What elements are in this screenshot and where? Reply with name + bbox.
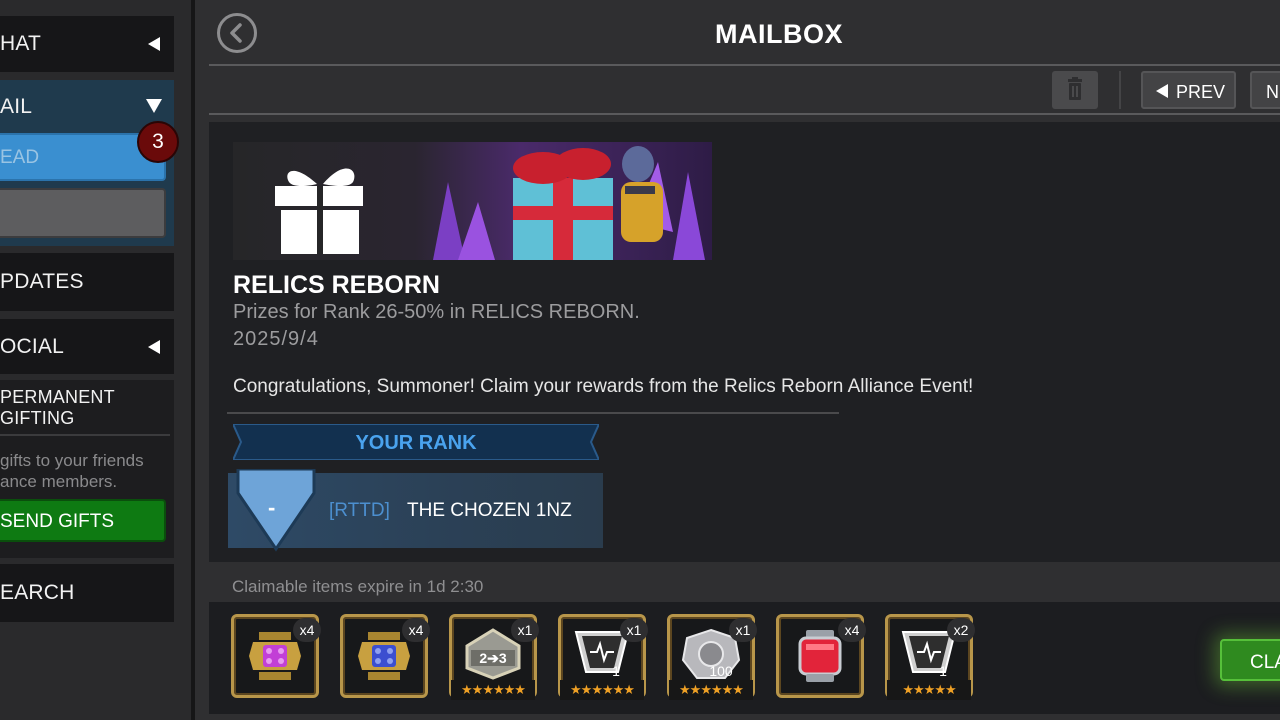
reward-quantity: x1 <box>620 618 648 642</box>
sidebar-item-label: HAT <box>0 32 42 55</box>
reward-quantity: x1 <box>511 618 539 642</box>
delete-button[interactable] <box>1052 71 1098 109</box>
divider <box>0 434 170 436</box>
star-rating: ★★★★★★ <box>669 680 753 700</box>
gifting-title-line1: PERMANENT <box>0 387 115 407</box>
divider <box>1119 71 1121 109</box>
alliance-tag: [RTTD] <box>329 500 390 521</box>
send-gifts-button[interactable]: SEND GIFTS <box>0 499 166 542</box>
star-rating: ★★★★★★ <box>451 680 535 700</box>
permanent-gifting-panel: PERMANENT GIFTING gifts to your friends … <box>0 380 174 558</box>
claim-label: CLAIM <box>1250 652 1280 673</box>
star-rating: ★★★★★★ <box>560 680 644 700</box>
sidebar-mail-panel: AIL EAD <box>0 80 174 246</box>
rank-row: - [RTTD] THE CHOZEN 1NZ <box>228 469 603 552</box>
trash-icon <box>1068 77 1082 100</box>
reward-label: 1 <box>939 663 947 679</box>
reward-label: 100 <box>709 663 733 679</box>
rank-header-label: YOUR RANK <box>355 432 477 454</box>
next-label: NE <box>1266 82 1280 102</box>
gifting-description-line2: ance members. <box>0 472 118 491</box>
collapse-arrow-icon <box>148 340 160 354</box>
page-title: MAILBOX <box>715 19 843 49</box>
sidebar-item-social[interactable]: OCIAL <box>0 319 174 374</box>
rank-shield-icon <box>236 469 316 552</box>
sidebar-item-label: EARCH <box>0 581 75 604</box>
star-rating: ★★★★★ <box>887 680 971 700</box>
message-subtitle: Prizes for Rank 26-50% in RELICS REBORN. <box>233 301 640 323</box>
sidebar-item-label: AIL <box>0 95 33 118</box>
reward-quantity: x4 <box>402 618 430 642</box>
reward-quantity: x4 <box>293 618 321 642</box>
unread-tab-button[interactable] <box>0 188 166 238</box>
sidebar-item-search[interactable]: EARCH <box>0 564 174 622</box>
reward-item[interactable]: 1 x1 ★★★★★★ <box>558 614 648 700</box>
player-name: THE CHOZEN 1NZ <box>407 500 572 521</box>
message-body: Congratulations, Summoner! Claim your re… <box>233 376 974 397</box>
reward-quantity: x1 <box>729 618 757 642</box>
reward-item[interactable]: 2➔3 x1 ★★★★★★ <box>449 614 539 700</box>
gifting-description: gifts to your friends ance members. <box>0 450 144 492</box>
send-gifts-label: SEND GIFTS <box>0 511 115 532</box>
sidebar: HAT AIL EAD 3 PDATES OCIAL PERMANENT GIF… <box>0 0 192 720</box>
reward-item[interactable]: x4 <box>776 614 866 700</box>
rank-value: - <box>268 495 276 520</box>
next-button[interactable]: NE <box>1250 71 1280 109</box>
prev-arrow-icon <box>1156 84 1168 98</box>
reward-item[interactable]: x4 <box>231 614 321 700</box>
divider <box>209 113 1280 115</box>
reward-item[interactable]: x4 <box>340 614 430 700</box>
unread-count-badge: 3 <box>137 121 179 163</box>
reward-item[interactable]: 100 x1 ★★★★★★ <box>667 614 757 700</box>
divider <box>209 64 1280 66</box>
sidebar-item-label: OCIAL <box>0 335 65 358</box>
gifting-description-line1: gifts to your friends <box>0 451 144 470</box>
mailbox-screen: HAT AIL EAD 3 PDATES OCIAL PERMANENT GIF… <box>0 0 1280 720</box>
message-content: RELICS REBORN Prizes for Rank 26-50% in … <box>209 122 1280 562</box>
message-banner-image <box>233 142 712 260</box>
rank-header: YOUR RANK <box>233 424 599 460</box>
prev-label: PREV <box>1176 82 1226 102</box>
mail-main-panel: MAILBOX PREV NE <box>195 0 1280 720</box>
rewards-bar: x4 x4 2➔3 x1 ★★★★★★ 1 x1 ★★★★★★ 100 x1 ★… <box>209 602 1280 714</box>
prev-button[interactable]: PREV <box>1141 71 1236 109</box>
gift-banner-illustration <box>233 142 712 260</box>
collapse-arrow-icon <box>148 37 160 51</box>
message-date: 2025/9/4 <box>233 328 319 350</box>
reward-label: 1 <box>612 663 620 679</box>
reward-quantity: x2 <box>947 618 975 642</box>
claim-button[interactable]: CLAIM <box>1220 639 1280 681</box>
expand-arrow-icon <box>146 99 162 113</box>
reward-quantity: x4 <box>838 618 866 642</box>
reward-item[interactable]: 1 x2 ★★★★★ <box>885 614 975 700</box>
read-tab-label: EAD <box>0 147 40 168</box>
sidebar-item-updates[interactable]: PDATES <box>0 253 174 311</box>
sidebar-item-chat[interactable]: HAT <box>0 16 174 72</box>
gifting-title-line2: GIFTING <box>0 408 75 428</box>
reward-label: 2➔3 <box>479 650 507 666</box>
sidebar-item-label: PDATES <box>0 270 84 293</box>
expire-notice: Claimable items expire in 1d 2:30 <box>232 577 484 596</box>
divider <box>227 412 839 414</box>
message-title: RELICS REBORN <box>233 271 440 299</box>
